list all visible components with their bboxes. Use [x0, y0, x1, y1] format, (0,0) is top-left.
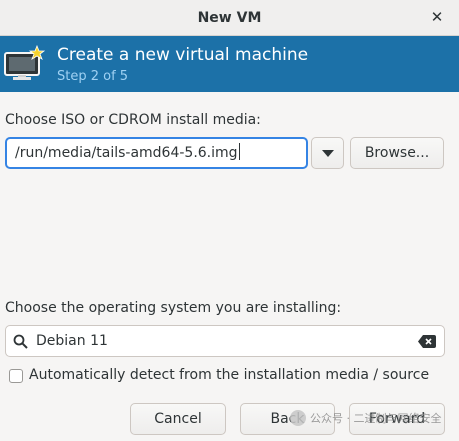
- window-titlebar: New VM ✕: [0, 0, 459, 36]
- media-path-input[interactable]: /run/media/tails-amd64-5.6.img: [5, 137, 308, 169]
- auto-detect-label[interactable]: Automatically detect from the installati…: [29, 367, 429, 383]
- clear-icon[interactable]: [418, 335, 436, 348]
- media-label: Choose ISO or CDROM install media:: [5, 112, 261, 128]
- os-search-field[interactable]: Debian 11: [5, 325, 445, 357]
- os-search-value: Debian 11: [36, 333, 108, 349]
- wechat-icon: [290, 410, 306, 426]
- watermark: 公众号 · 二进制与网络安全: [290, 410, 458, 434]
- watermark-text: 公众号 · 二进制与网络安全: [310, 412, 442, 425]
- wizard-heading: Create a new virtual machine: [57, 45, 309, 65]
- os-label: Choose the operating system you are inst…: [5, 300, 342, 316]
- media-dropdown-button[interactable]: [311, 137, 344, 169]
- close-icon[interactable]: ✕: [429, 9, 445, 25]
- wizard-step: Step 2 of 5: [57, 69, 129, 84]
- chevron-down-icon: [322, 150, 334, 157]
- media-path-value: /run/media/tails-amd64-5.6.img: [15, 145, 238, 161]
- auto-detect-checkbox[interactable]: [9, 369, 23, 383]
- browse-button[interactable]: Browse...: [350, 137, 444, 169]
- vm-monitor-icon: [4, 44, 45, 80]
- window-title: New VM: [197, 10, 262, 26]
- text-caret: [238, 143, 240, 160]
- cancel-button[interactable]: Cancel: [130, 403, 226, 435]
- wizard-banner: Create a new virtual machine Step 2 of 5: [0, 36, 459, 92]
- search-icon: [13, 334, 28, 349]
